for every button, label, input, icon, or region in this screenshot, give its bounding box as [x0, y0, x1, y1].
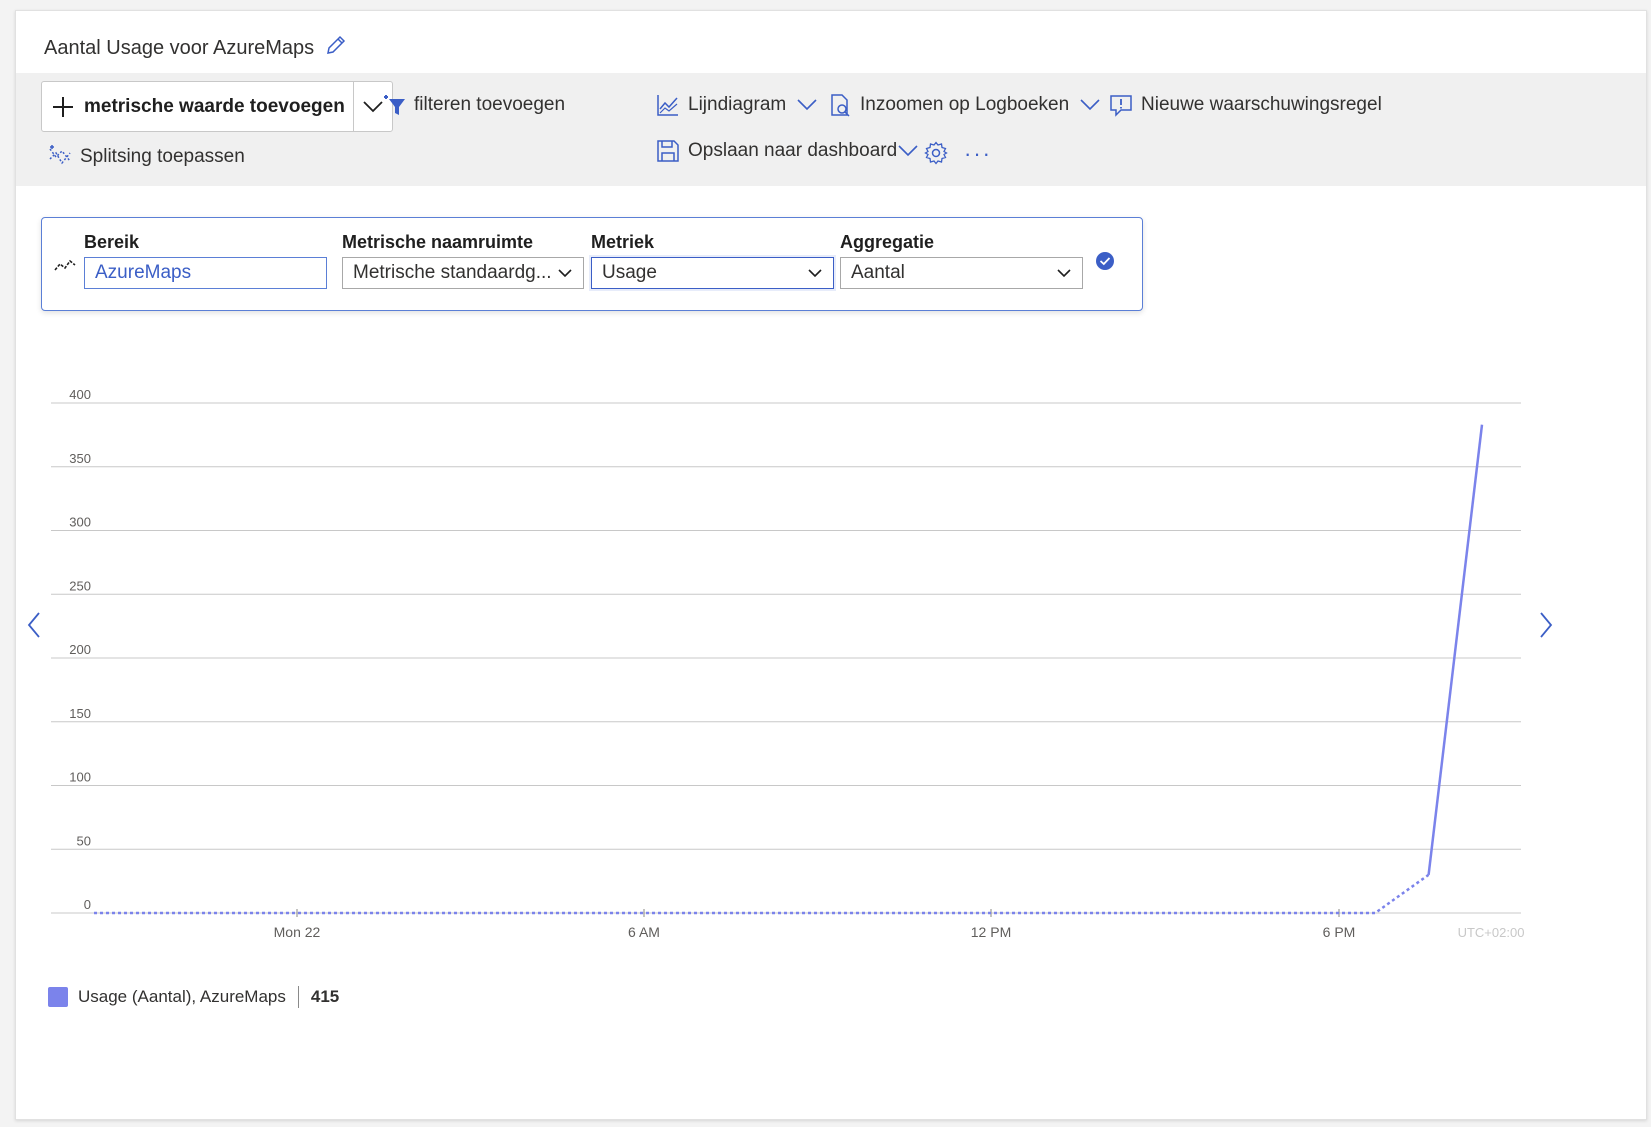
- series-line-dotted: [94, 873, 1430, 915]
- x-tick-label: 12 PM: [971, 924, 1011, 940]
- timezone-label: UTC+02:00: [1458, 925, 1525, 940]
- series-line-solid: [1427, 424, 1484, 875]
- y-tick-label: 400: [69, 387, 91, 402]
- y-tick-label: 250: [69, 578, 91, 593]
- legend-separator: [297, 986, 299, 1008]
- x-tick-label: 6 AM: [628, 924, 660, 940]
- chart-legend[interactable]: Usage (Aantal), AzureMaps 415: [48, 986, 339, 1008]
- legend-value: 415: [310, 987, 340, 1006]
- metrics-chart-card: Aantal Usage voor AzureMaps metrische wa…: [15, 10, 1647, 1120]
- legend-label: Usage (Aantal), AzureMaps: [78, 987, 286, 1006]
- y-tick-label: 0: [84, 897, 91, 912]
- y-tick-label: 300: [69, 515, 91, 530]
- legend-swatch: [48, 987, 68, 1007]
- y-tick-label: 350: [69, 451, 91, 466]
- x-tick-label: 6 PM: [1323, 924, 1356, 940]
- y-tick-label: 150: [69, 706, 91, 721]
- y-tick-label: 100: [69, 770, 91, 785]
- y-tick-label: 200: [69, 642, 91, 657]
- line-chart: 400 350 300 250 200 150 100 50 0 Mon 22 6 AM 12 PM 6…: [51, 387, 1525, 940]
- x-tick-label: Mon 22: [274, 924, 321, 940]
- y-tick-label: 50: [77, 833, 91, 848]
